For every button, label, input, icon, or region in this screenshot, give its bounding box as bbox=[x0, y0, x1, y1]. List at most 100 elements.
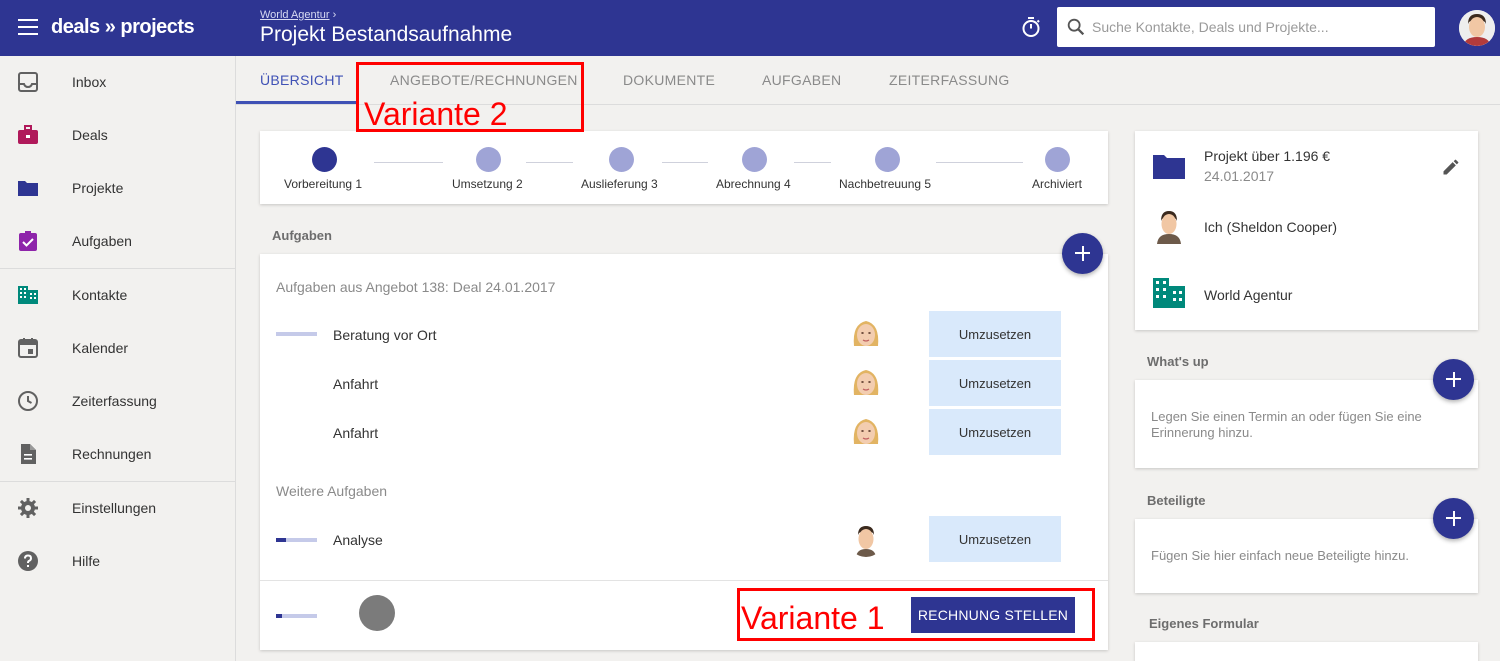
search-box bbox=[1057, 7, 1435, 47]
breadcrumb: World Agentur › bbox=[260, 9, 336, 21]
sidebar-item-label: Kalender bbox=[72, 340, 129, 356]
avatar-image bbox=[1459, 10, 1495, 46]
whats-up-hint: Legen Sie einen Termin an oder fügen Sie… bbox=[1151, 409, 1422, 440]
briefcase-icon bbox=[18, 125, 38, 144]
breadcrumb-link[interactable]: World Agentur bbox=[260, 9, 330, 21]
variant-1-label: Variante 1 bbox=[741, 600, 885, 636]
step-label: Nachbetreuung 5 bbox=[839, 177, 932, 191]
document-icon bbox=[21, 444, 36, 464]
sidebar-item-projekte[interactable]: Projekte bbox=[0, 162, 236, 215]
variant-2-label: Variante 2 bbox=[364, 96, 508, 132]
help-icon bbox=[18, 551, 38, 571]
add-event-button[interactable] bbox=[1433, 359, 1474, 400]
whats-up-title: What's up bbox=[1147, 354, 1209, 369]
sidebar-item-einstellungen[interactable]: Einstellungen bbox=[0, 482, 236, 535]
step-dot-active[interactable] bbox=[312, 147, 337, 172]
owner-avatar[interactable] bbox=[1153, 208, 1185, 244]
whats-up-card: Legen Sie einen Termin an oder fügen Sie… bbox=[1135, 380, 1478, 468]
assignee-avatar[interactable] bbox=[848, 365, 884, 401]
tab-dokumente[interactable]: DOKUMENTE bbox=[623, 72, 715, 88]
step-connector bbox=[662, 162, 708, 163]
step-label: Umsetzung 2 bbox=[452, 177, 523, 191]
task-name[interactable]: Analyse bbox=[333, 532, 383, 548]
menu-icon[interactable] bbox=[18, 19, 38, 35]
sidebar-item-label: Aufgaben bbox=[72, 233, 132, 249]
page-title: Projekt Bestandsaufnahme bbox=[260, 23, 513, 46]
step-label: Auslieferung 3 bbox=[581, 177, 658, 191]
step-connector bbox=[526, 162, 573, 163]
building-icon bbox=[1153, 278, 1185, 308]
project-owner[interactable]: Ich (Sheldon Cooper) bbox=[1204, 219, 1337, 235]
sidebar: Inbox Deals Projekte Aufgaben Kontakte K… bbox=[0, 56, 236, 661]
step-dot[interactable] bbox=[609, 147, 634, 172]
stopwatch-icon[interactable] bbox=[1019, 15, 1043, 39]
app-logo[interactable]: deals » projects bbox=[51, 16, 195, 39]
sidebar-item-zeiterfassung[interactable]: Zeiterfassung bbox=[0, 375, 236, 428]
step-dot[interactable] bbox=[875, 147, 900, 172]
search-icon bbox=[1067, 18, 1085, 36]
sidebar-item-deals[interactable]: Deals bbox=[0, 109, 236, 162]
task-name[interactable]: Beratung vor Ort bbox=[333, 327, 437, 343]
sidebar-item-label: Kontakte bbox=[72, 287, 128, 303]
gear-icon bbox=[18, 498, 38, 518]
task-name[interactable]: Anfahrt bbox=[333, 376, 378, 392]
add-task-button[interactable] bbox=[1062, 233, 1103, 274]
task-progress-bar bbox=[276, 538, 317, 542]
step-connector bbox=[374, 162, 443, 163]
folder-icon bbox=[18, 181, 38, 196]
task-status-button[interactable]: Umzusetzen bbox=[929, 409, 1061, 455]
edit-pencil-icon[interactable] bbox=[1441, 157, 1461, 177]
task-status-button[interactable]: Umzusetzen bbox=[929, 516, 1061, 562]
tab-uebersicht[interactable]: ÜBERSICHT bbox=[260, 72, 344, 88]
step-dot[interactable] bbox=[476, 147, 501, 172]
breadcrumb-separator: › bbox=[332, 9, 337, 21]
task-group-title: Weitere Aufgaben bbox=[276, 483, 388, 499]
user-avatar[interactable] bbox=[1459, 10, 1495, 46]
step-connector bbox=[936, 162, 1023, 163]
assignee-avatar[interactable] bbox=[848, 414, 884, 450]
eigenes-formular-title: Eigenes Formular bbox=[1149, 616, 1259, 631]
task-status-button[interactable]: Umzusetzen bbox=[929, 360, 1061, 406]
sidebar-item-kontakte[interactable]: Kontakte bbox=[0, 269, 236, 322]
top-app-bar: deals » projects World Agentur › Projekt… bbox=[0, 0, 1500, 56]
assignee-avatar[interactable] bbox=[848, 521, 884, 557]
sidebar-item-label: Rechnungen bbox=[72, 446, 152, 462]
step-dot[interactable] bbox=[742, 147, 767, 172]
sidebar-item-hilfe[interactable]: Hilfe bbox=[0, 535, 236, 588]
step-dot[interactable] bbox=[1045, 147, 1070, 172]
card-divider bbox=[260, 580, 1108, 581]
assignee-avatar[interactable] bbox=[848, 316, 884, 352]
sidebar-item-label: Hilfe bbox=[72, 553, 101, 569]
search-input[interactable] bbox=[1092, 7, 1427, 47]
sidebar-item-aufgaben[interactable]: Aufgaben bbox=[0, 215, 236, 268]
overall-progress-bar bbox=[276, 614, 317, 618]
sidebar-item-label: Inbox bbox=[72, 74, 107, 90]
tab-zeiterfassung[interactable]: ZEITERFASSUNG bbox=[889, 72, 1010, 88]
tab-aufgaben[interactable]: AUFGABEN bbox=[762, 72, 841, 88]
step-label: Archiviert bbox=[1032, 177, 1083, 191]
project-company[interactable]: World Agentur bbox=[1204, 287, 1292, 303]
task-progress-bar bbox=[276, 332, 317, 336]
clock-icon bbox=[18, 391, 38, 411]
sidebar-item-rechnungen[interactable]: Rechnungen bbox=[0, 428, 236, 481]
add-participant-button[interactable] bbox=[1433, 498, 1474, 539]
tasks-section-title: Aufgaben bbox=[272, 228, 332, 243]
beteiligte-title: Beteiligte bbox=[1147, 493, 1206, 508]
sidebar-item-label: Projekte bbox=[72, 180, 124, 196]
overall-progress-fill bbox=[276, 614, 283, 618]
eigenes-formular-card bbox=[1135, 642, 1478, 661]
step-label: Vorbereitung 1 bbox=[284, 177, 363, 191]
sidebar-item-kalender[interactable]: Kalender bbox=[0, 322, 236, 375]
beteiligte-card: Fügen Sie hier einfach neue Beteiligte h… bbox=[1135, 519, 1478, 593]
building-icon bbox=[18, 286, 38, 304]
placeholder-avatar[interactable] bbox=[359, 595, 395, 631]
task-name[interactable]: Anfahrt bbox=[333, 425, 378, 441]
step-label: Abrechnung 4 bbox=[716, 177, 791, 191]
project-stepper: Vorbereitung 1 Umsetzung 2 Auslieferung … bbox=[260, 131, 1108, 204]
task-status-button[interactable]: Umzusetzen bbox=[929, 311, 1061, 357]
calendar-icon bbox=[18, 338, 38, 358]
inbox-icon bbox=[18, 72, 38, 92]
sidebar-item-label: Einstellungen bbox=[72, 500, 157, 516]
sidebar-item-inbox[interactable]: Inbox bbox=[0, 56, 236, 109]
active-tab-indicator bbox=[236, 101, 356, 104]
